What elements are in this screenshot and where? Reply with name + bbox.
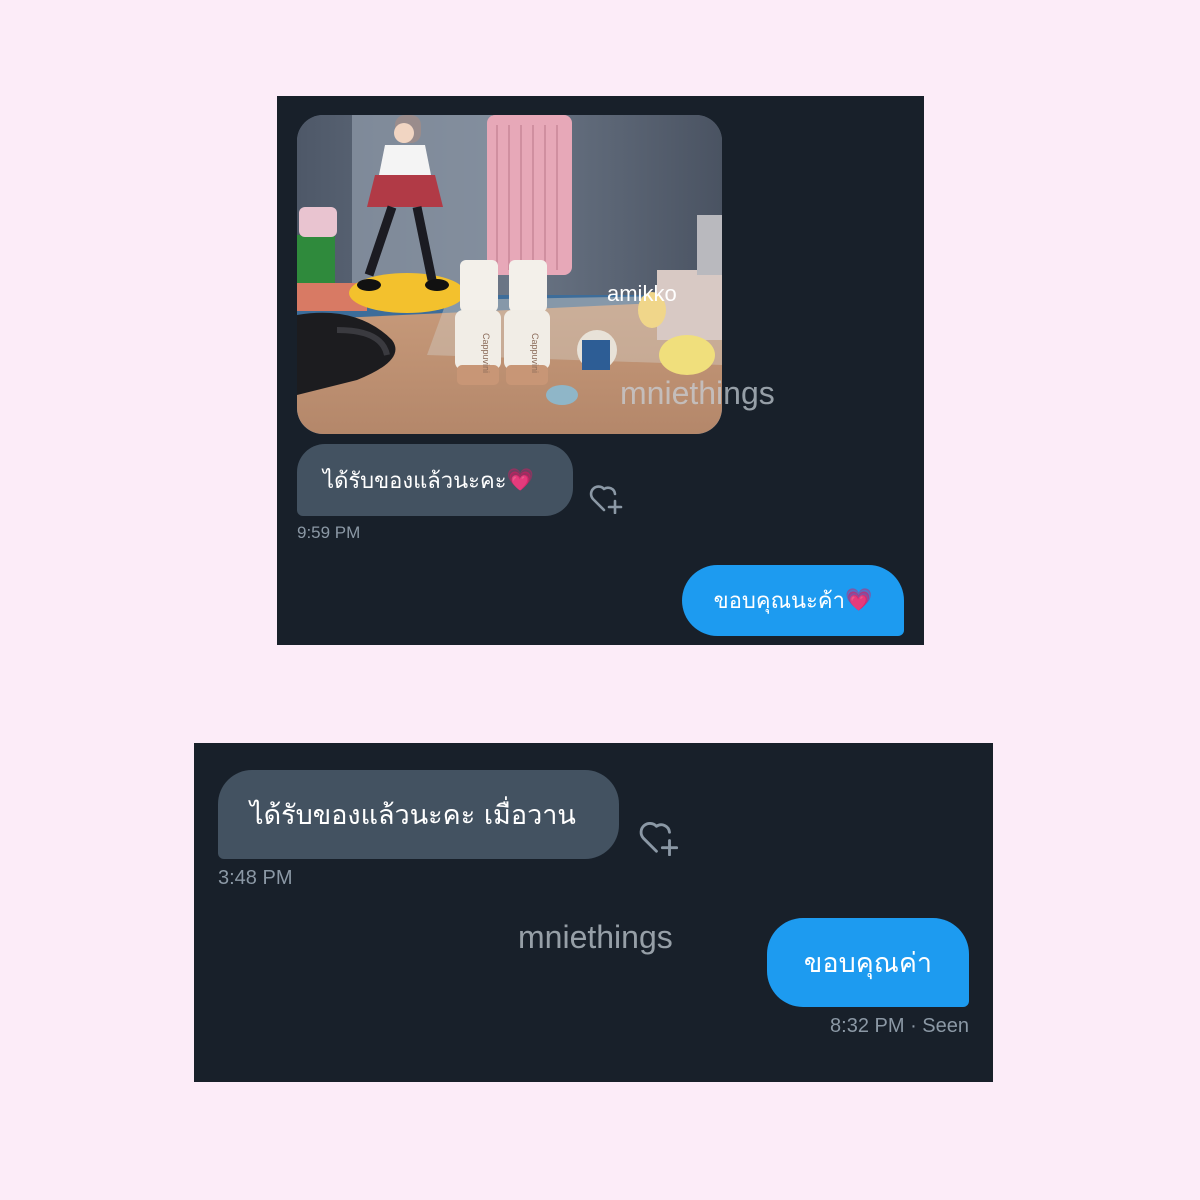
heart-emoji: 💗 xyxy=(506,467,534,493)
received-message-text: ได้รับของแล้วนะคะ xyxy=(323,468,507,494)
sent-message-text: ขอบคุณค่า xyxy=(803,948,933,979)
message-timestamp: 9:59 PM xyxy=(297,523,361,542)
watermark: mniethings xyxy=(620,375,775,411)
heart-emoji: 💗 xyxy=(844,588,873,613)
sent-message-bubble[interactable]: ขอบคุณค่า xyxy=(767,918,969,1007)
message-timestamp: 3:48 PM xyxy=(218,867,293,889)
cosmetic-tube-left xyxy=(455,260,501,385)
mat-print-text: amikko xyxy=(607,281,677,306)
tube-label-left: Cappuvini xyxy=(481,333,491,373)
received-message-text: ได้รับของแล้วนะคะ เมื่อวาน xyxy=(250,800,576,831)
chat-screenshot-2: ได้รับของแล้วนะคะ เมื่อวาน 3:48 PM mniet… xyxy=(194,743,993,1082)
seen-status: · Seen xyxy=(910,1015,969,1037)
watermark: mniethings xyxy=(518,919,673,955)
received-message-bubble[interactable]: ได้รับของแล้วนะคะ 💗 xyxy=(297,444,573,516)
sent-message-status: 8:32 PM · Seen xyxy=(830,1015,969,1038)
sent-message-bubble[interactable]: ขอบคุณนะค้า 💗 xyxy=(682,565,904,636)
cosmetic-tube-right xyxy=(504,260,550,385)
heart-plus-icon[interactable] xyxy=(589,482,625,518)
sent-message-text: ขอบคุณนะค้า xyxy=(713,589,845,614)
heart-plus-icon[interactable] xyxy=(638,818,682,860)
received-message-bubble[interactable]: ได้รับของแล้วนะคะ เมื่อวาน xyxy=(218,770,619,859)
tube-label-right: Cappuvini xyxy=(530,333,540,373)
chat-screenshot-1: amikko Cappuvini Cappuvini mniethings ได… xyxy=(277,96,924,645)
sent-message-timestamp: 8:32 PM xyxy=(830,1015,905,1037)
